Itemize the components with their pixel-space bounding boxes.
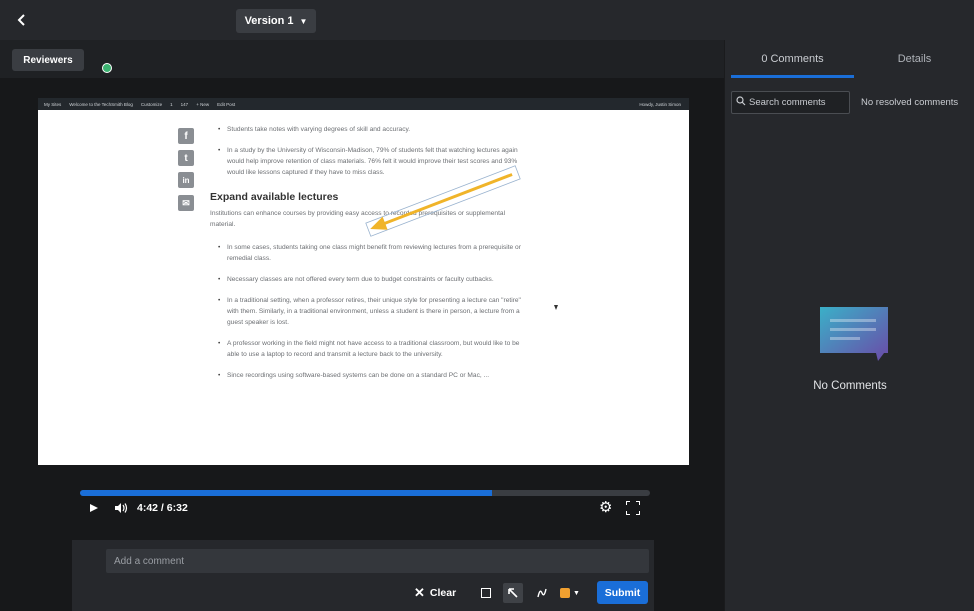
submit-button[interactable]: Submit [597,581,648,604]
comments-panel: 0 Comments Details No resolved comments … [724,40,974,611]
article-body: Students take notes with varying degrees… [210,124,530,391]
color-picker-button[interactable]: ▼ [560,583,588,603]
freehand-tool-button[interactable] [532,583,552,603]
video-frame[interactable]: My Sites Welcome to the TechSmith Blog C… [38,98,689,465]
active-tab-indicator [731,75,854,78]
version-label: Version 1 [244,15,294,27]
list-item: Students take notes with varying degrees… [210,124,530,135]
admin-bar-item: + New [196,101,210,107]
resolved-comments-toggle[interactable]: No resolved comments [861,97,958,108]
progress-fill [80,490,493,496]
section-heading: Expand available lectures [210,191,339,203]
admin-bar-item: 147 [180,101,189,107]
chevron-left-icon [17,14,25,26]
list-item: A professor working in the field might n… [210,338,530,360]
list-item: In some cases, students taking one class… [210,242,530,264]
linkedin-icon: in [178,172,194,188]
list-item: Necessary classes are not offered every … [210,274,530,285]
admin-bar-item: My Sites [44,101,62,107]
tab-details[interactable]: Details [854,40,974,78]
rectangle-tool-button[interactable] [476,583,496,603]
arrow-icon [508,588,518,598]
tab-comments[interactable]: 0 Comments [731,40,854,78]
admin-bar-user: Howdy, Justin Simon [639,101,681,107]
comment-bubble-icon [820,307,888,361]
color-swatch [560,588,570,598]
version-dropdown[interactable]: Version 1 ▼ [236,9,316,33]
fullscreen-icon[interactable] [626,501,640,515]
search-icon [736,96,746,109]
list-item: Since recordings using software-based sy… [210,370,530,381]
progress-bar[interactable] [80,490,650,496]
play-button[interactable] [88,502,100,514]
search-input[interactable] [749,97,849,108]
empty-state-label: No Comments [813,380,887,392]
clear-label: Clear [429,587,457,599]
email-icon: ✉ [178,195,194,211]
list-item: In a traditional setting, when a profess… [210,295,530,328]
reviewers-tab[interactable]: Reviewers [12,49,84,71]
reviewers-label: Reviewers [23,54,73,66]
volume-icon[interactable] [114,502,128,517]
time-display: 4:42 / 6:32 [137,502,188,514]
app-window: Version 1 ▼ Reviewers My Sites Welcome t… [0,0,974,611]
search-box[interactable] [731,91,850,114]
rectangle-icon [481,588,491,598]
gear-icon[interactable]: ⚙ [599,500,615,516]
wordpress-admin-bar: My Sites Welcome to the TechSmith Blog C… [38,98,689,110]
arrow-tool-button[interactable] [503,583,523,603]
admin-bar-item: 1 [170,101,173,107]
mouse-cursor [554,305,558,310]
x-icon: ✕ [414,585,425,600]
twitter-icon: t [178,150,194,166]
caret-down-icon: ▼ [299,16,308,26]
section-intro: Institutions can enhance courses by prov… [210,210,506,228]
caret-down-icon: ▼ [573,589,580,597]
back-button[interactable] [14,12,30,28]
comment-input[interactable] [106,549,649,573]
admin-bar-item: Customize [140,101,163,107]
clear-button[interactable]: ✕ Clear [414,583,456,603]
facebook-icon: f [178,128,194,144]
freehand-icon [537,588,547,598]
admin-bar-item: Edit Post [217,101,236,107]
reviewer-avatar[interactable] [102,63,112,73]
list-item: In a study by the University of Wisconsi… [210,145,530,178]
top-bar: Version 1 ▼ [0,0,974,40]
admin-bar-item: Welcome to the TechSmith Blog [69,101,133,107]
